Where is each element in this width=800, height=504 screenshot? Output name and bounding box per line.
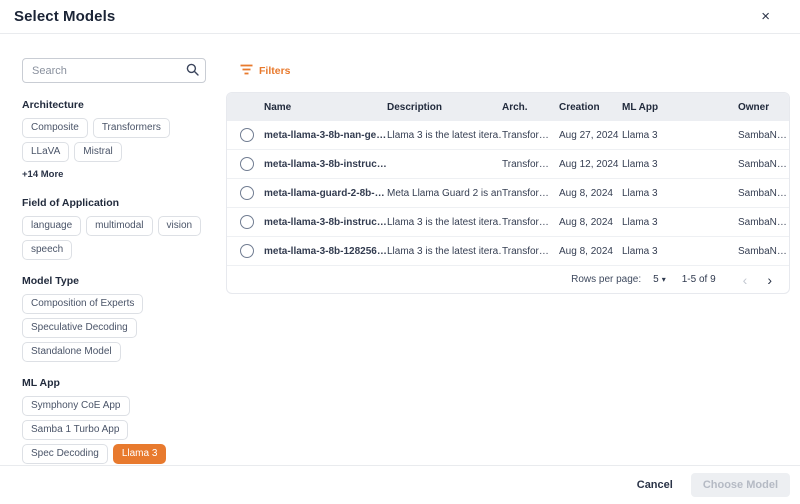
model-ml-app: Llama 3: [622, 188, 738, 199]
section-title: Architecture: [22, 99, 206, 111]
table-row[interactable]: meta-llama-guard-2-8b-… Meta Llama Guard…: [227, 179, 789, 208]
column-header-arch: Arch.: [502, 102, 559, 113]
table-row[interactable]: meta-llama-3-8b-instruc… Transfor… Aug 1…: [227, 150, 789, 179]
model-owner: SambaN…: [738, 246, 789, 257]
choose-model-button[interactable]: Choose Model: [691, 473, 790, 497]
rows-per-page-label: Rows per page:: [571, 274, 641, 285]
table-header-row: Name Description Arch. Creation ML App O…: [227, 93, 789, 121]
filter-sidebar: Architecture Composite Transformers LLaV…: [22, 58, 206, 465]
model-arch: Transfor…: [502, 217, 559, 228]
model-owner: SambaN…: [738, 188, 789, 199]
filter-funnel-icon: [240, 64, 253, 78]
column-header-creation: Creation: [559, 102, 622, 113]
chip-group: Symphony CoE App Samba 1 Turbo App Spec …: [22, 396, 206, 464]
model-name: meta-llama-guard-2-8b-…: [264, 188, 387, 199]
filter-section-model-type: Model Type Composition of Experts Specul…: [22, 275, 206, 362]
filter-chip[interactable]: Samba 1 Turbo App: [22, 420, 128, 440]
model-creation: Aug 12, 2024: [559, 159, 622, 170]
column-header-name: Name: [264, 102, 387, 113]
model-arch: Transfor…: [502, 246, 559, 257]
filter-chip-selected[interactable]: Llama 3: [113, 444, 167, 464]
column-header-owner: Owner: [738, 102, 789, 113]
filter-chip[interactable]: multimodal: [86, 216, 152, 236]
radio-button[interactable]: [240, 244, 254, 258]
radio-button[interactable]: [240, 215, 254, 229]
model-description: Llama 3 is the latest itera…: [387, 130, 502, 141]
model-owner: SambaN…: [738, 130, 789, 141]
filter-chip[interactable]: Composition of Experts: [22, 294, 143, 314]
model-creation: Aug 8, 2024: [559, 217, 622, 228]
rows-per-page-select[interactable]: 5 ▾: [653, 274, 666, 285]
filter-chip[interactable]: Mistral: [74, 142, 121, 162]
model-creation: Aug 27, 2024: [559, 130, 622, 141]
close-icon[interactable]: ×: [759, 7, 784, 26]
filter-section-architecture: Architecture Composite Transformers LLaV…: [22, 99, 206, 182]
filter-chip[interactable]: LLaVA: [22, 142, 69, 162]
model-arch: Transfor…: [502, 130, 559, 141]
filter-section-field-of-application: Field of Application language multimodal…: [22, 197, 206, 260]
model-name: meta-llama-3-8b-nan-ge…: [264, 130, 387, 141]
table-row[interactable]: meta-llama-3-8b-nan-ge… Llama 3 is the l…: [227, 121, 789, 150]
filter-chip[interactable]: Standalone Model: [22, 342, 121, 362]
search-box: [22, 58, 206, 83]
dialog-body: Architecture Composite Transformers LLaV…: [0, 34, 800, 465]
filter-section-ml-app: ML App Symphony CoE App Samba 1 Turbo Ap…: [22, 377, 206, 465]
search-input[interactable]: [22, 58, 206, 83]
model-ml-app: Llama 3: [622, 159, 738, 170]
dialog-footer: Cancel Choose Model: [0, 465, 800, 504]
model-description: Llama 3 is the latest itera…: [387, 217, 502, 228]
radio-button[interactable]: [240, 186, 254, 200]
column-header-ml-app: ML App: [622, 102, 738, 113]
chip-group: Composite Transformers LLaVA Mistral: [22, 118, 206, 162]
model-creation: Aug 8, 2024: [559, 188, 622, 199]
filters-button[interactable]: Filters: [240, 62, 310, 80]
cancel-button[interactable]: Cancel: [637, 479, 673, 491]
model-name: meta-llama-3-8b-instruc…: [264, 217, 387, 228]
model-name: meta-llama-3-8b-128256…: [264, 246, 387, 257]
filters-button-label: Filters: [259, 65, 291, 77]
rows-per-page-value: 5: [653, 274, 659, 285]
previous-page-button[interactable]: ‹: [736, 273, 755, 287]
model-description: Meta Llama Guard 2 is an …: [387, 188, 502, 199]
next-page-button[interactable]: ›: [760, 273, 779, 287]
model-ml-app: Llama 3: [622, 217, 738, 228]
model-creation: Aug 8, 2024: [559, 246, 622, 257]
section-title: Model Type: [22, 275, 206, 287]
show-more-link[interactable]: +14 More: [22, 169, 63, 180]
table-row[interactable]: meta-llama-3-8b-instruc… Llama 3 is the …: [227, 208, 789, 237]
filter-chip[interactable]: Symphony CoE App: [22, 396, 130, 416]
filter-chip[interactable]: Composite: [22, 118, 88, 138]
main-panel: Filters Name Description Arch. Creation …: [226, 58, 790, 465]
model-arch: Transfor…: [502, 159, 559, 170]
model-ml-app: Llama 3: [622, 130, 738, 141]
dialog-title: Select Models: [14, 8, 115, 25]
dialog-header: Select Models ×: [0, 0, 800, 34]
filter-chip[interactable]: Spec Decoding: [22, 444, 108, 464]
filter-chip[interactable]: Speculative Decoding: [22, 318, 137, 338]
model-description: Llama 3 is the latest itera…: [387, 246, 502, 257]
models-table: Name Description Arch. Creation ML App O…: [226, 92, 790, 294]
filter-chip[interactable]: vision: [158, 216, 202, 236]
radio-button[interactable]: [240, 157, 254, 171]
filter-chip[interactable]: speech: [22, 240, 72, 260]
select-models-dialog: Select Models × Architecture Composite T…: [0, 0, 800, 504]
chip-group: Composition of Experts Speculative Decod…: [22, 294, 206, 362]
search-icon: [186, 63, 199, 81]
chevron-down-icon: ▾: [662, 275, 666, 284]
chip-group: language multimodal vision speech: [22, 216, 206, 260]
model-name: meta-llama-3-8b-instruc…: [264, 159, 387, 170]
table-row[interactable]: meta-llama-3-8b-128256… Llama 3 is the l…: [227, 237, 789, 266]
filter-chip[interactable]: Transformers: [93, 118, 170, 138]
filter-chip[interactable]: language: [22, 216, 81, 236]
model-ml-app: Llama 3: [622, 246, 738, 257]
model-arch: Transfor…: [502, 188, 559, 199]
model-owner: SambaN…: [738, 217, 789, 228]
pagination-bar: Rows per page: 5 ▾ 1-5 of 9 ‹ ›: [227, 266, 789, 293]
column-header-description: Description: [387, 102, 502, 113]
model-owner: SambaN…: [738, 159, 789, 170]
section-title: ML App: [22, 377, 206, 389]
page-range-label: 1-5 of 9: [682, 274, 716, 285]
radio-button[interactable]: [240, 128, 254, 142]
section-title: Field of Application: [22, 197, 206, 209]
